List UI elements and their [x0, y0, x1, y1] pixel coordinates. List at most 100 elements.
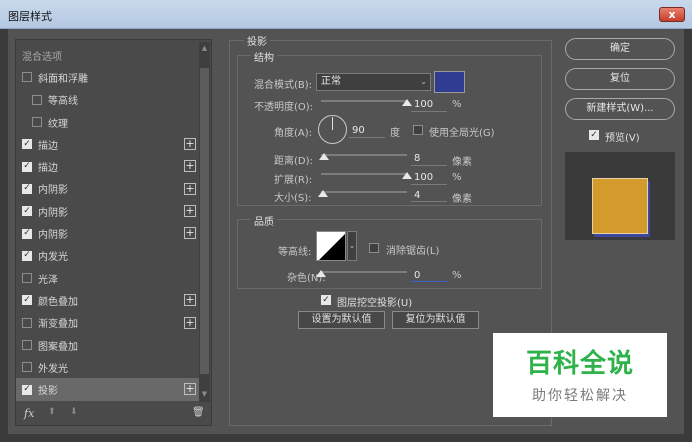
noise-underline	[411, 281, 447, 282]
style-list-item[interactable]: ✓ 投影 +	[16, 378, 200, 401]
style-checkbox[interactable]	[22, 317, 32, 328]
style-list-item[interactable]: 外发光	[16, 356, 200, 378]
angle-needle	[332, 117, 333, 130]
style-checkbox[interactable]	[22, 273, 32, 284]
style-list-item-label: 描边	[38, 140, 58, 152]
style-checkbox[interactable]	[32, 117, 42, 128]
add-style-icon[interactable]: +	[184, 182, 196, 195]
style-list-item[interactable]: ✓ 颜色叠加 +	[16, 289, 200, 311]
style-list-item[interactable]: 斜面和浮雕	[16, 66, 200, 88]
opacity-value[interactable]: 100	[414, 99, 433, 110]
blend-mode-select[interactable]: 正常 ⌄	[316, 73, 431, 91]
move-down-icon[interactable]: ⬇	[70, 407, 78, 417]
spread-slider-handle[interactable]	[402, 172, 412, 179]
style-list-item-label: 内阴影	[38, 230, 68, 242]
make-default-button[interactable]: 设置为默认值	[298, 311, 385, 329]
style-checkbox[interactable]: ✓	[22, 295, 32, 306]
style-list-item[interactable]: 图案叠加	[16, 334, 200, 356]
add-style-icon[interactable]: +	[184, 205, 196, 218]
anti-alias-label: 消除锯齿(L)	[386, 246, 440, 257]
knockout-checkbox[interactable]: ✓	[321, 295, 331, 305]
contour-curve-icon	[319, 234, 345, 260]
style-checkbox[interactable]: ✓	[22, 139, 32, 150]
distance-value[interactable]: 8	[414, 153, 420, 164]
noise-slider-track[interactable]	[321, 271, 407, 273]
distance-slider-handle[interactable]	[318, 153, 329, 160]
add-style-icon[interactable]: +	[184, 227, 196, 240]
contour-picker[interactable]	[316, 231, 346, 261]
knockout-label: 图层挖空投影(U)	[337, 298, 413, 309]
close-button[interactable]: x	[659, 7, 685, 22]
style-list-item[interactable]: 混合选项	[16, 44, 200, 66]
add-style-icon[interactable]: +	[184, 160, 196, 173]
add-style-icon[interactable]: +	[184, 138, 196, 151]
scroll-up-icon[interactable]: ▲	[199, 44, 210, 52]
watermark-subtitle: 助你轻松解决	[532, 388, 628, 404]
reset-button[interactable]: 复位	[565, 68, 675, 90]
style-list-item[interactable]: ✓ 描边 +	[16, 133, 200, 155]
ok-button[interactable]: 确定	[565, 38, 675, 60]
add-style-icon[interactable]: +	[184, 383, 196, 396]
style-list-item[interactable]: ✓ 描边 +	[16, 155, 200, 177]
style-checkbox[interactable]	[22, 72, 32, 83]
size-value[interactable]: 4	[414, 190, 420, 201]
anti-alias-checkbox[interactable]	[369, 243, 379, 253]
style-list-item-label: 图案叠加	[38, 341, 78, 353]
add-style-icon[interactable]: +	[184, 316, 196, 329]
style-list-item[interactable]: 光泽	[16, 267, 200, 289]
preview-label: 预览(V)	[605, 133, 640, 144]
spread-slider-track[interactable]	[321, 173, 407, 175]
size-unit: 像素	[452, 194, 472, 205]
add-style-icon[interactable]: +	[184, 294, 196, 307]
styles-list-scrollbar[interactable]: ▲ ▼	[199, 42, 210, 402]
scrollbar-thumb[interactable]	[200, 68, 209, 374]
style-list-item[interactable]: ✓ 内发光	[16, 245, 200, 267]
quality-title: 品质	[251, 213, 277, 228]
opacity-slider-track[interactable]	[321, 100, 407, 102]
style-checkbox[interactable]: ✓	[22, 384, 32, 395]
spread-value[interactable]: 100	[414, 172, 433, 183]
style-checkbox[interactable]: ✓	[22, 228, 32, 239]
style-list-item[interactable]: 渐变叠加 +	[16, 312, 200, 334]
noise-slider-handle[interactable]	[316, 270, 326, 277]
size-slider-track[interactable]	[321, 191, 407, 193]
scroll-down-icon[interactable]: ▼	[199, 390, 210, 398]
reset-default-button[interactable]: 复位为默认值	[392, 311, 479, 329]
spread-label: 扩展(R):	[274, 175, 313, 186]
fx-icon[interactable]: fx	[24, 407, 34, 420]
trash-icon[interactable]: 🗑	[192, 407, 205, 418]
shadow-color-swatch[interactable]	[434, 71, 465, 93]
style-list-item[interactable]: 纹理	[16, 111, 200, 133]
distance-unit: 像素	[452, 157, 472, 168]
style-checkbox[interactable]	[22, 362, 32, 373]
style-list-item[interactable]: ✓ 内阴影 +	[16, 200, 200, 222]
style-list-item-label: 斜面和浮雕	[38, 73, 88, 85]
distance-slider-track[interactable]	[321, 154, 407, 156]
style-list-item[interactable]: ✓ 内阴影 +	[16, 222, 200, 244]
style-checkbox[interactable]: ✓	[22, 206, 32, 217]
distance-underline	[411, 165, 447, 166]
style-checkbox[interactable]: ✓	[22, 250, 32, 261]
opacity-slider-handle[interactable]	[402, 99, 412, 106]
style-list-item[interactable]: 等高线	[16, 89, 200, 111]
style-list-item[interactable]: ✓ 内阴影 +	[16, 178, 200, 200]
noise-value[interactable]: 0	[414, 270, 420, 281]
style-checkbox[interactable]: ✓	[22, 183, 32, 194]
style-list-item-label: 内阴影	[38, 207, 68, 219]
move-up-icon[interactable]: ⬆	[48, 407, 56, 417]
style-checkbox[interactable]	[32, 94, 42, 105]
window-title: 图层样式	[8, 10, 52, 23]
style-list-item-label: 内发光	[38, 252, 68, 264]
styles-list-panel: 混合选项 斜面和浮雕 等高线 纹理 ✓ 描边 + ✓ 描边 + ✓ 内阴影 + ✓ 内阴影 + ✓ 内阴影 + ✓ 内发…	[15, 39, 212, 426]
style-list-item-label: 纹理	[48, 118, 68, 130]
style-checkbox[interactable]: ✓	[22, 161, 32, 172]
preview-checkbox[interactable]: ✓	[589, 130, 599, 140]
new-style-button[interactable]: 新建样式(W)...	[565, 98, 675, 120]
size-slider-handle[interactable]	[317, 190, 328, 197]
contour-dropdown-icon[interactable]: ⌄	[347, 231, 357, 261]
style-checkbox[interactable]	[22, 340, 32, 350]
angle-dial[interactable]	[318, 115, 347, 144]
watermark-title: 百科全说	[525, 349, 634, 379]
global-light-checkbox[interactable]	[413, 125, 423, 135]
angle-value[interactable]: 90	[352, 125, 365, 136]
